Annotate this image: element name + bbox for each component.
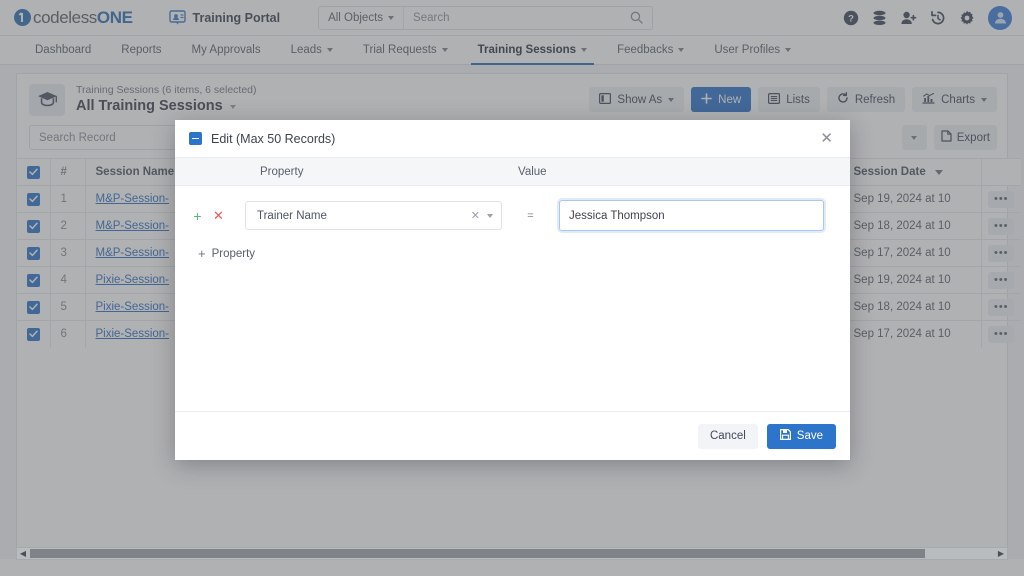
modal-column-header: Property Value (175, 158, 850, 186)
value-input[interactable] (559, 200, 824, 231)
edit-records-modal: Edit (Max 50 Records) ✕ Property Value +… (175, 120, 850, 460)
add-property-link[interactable]: + Property (198, 246, 255, 261)
modal-header: Edit (Max 50 Records) ✕ (175, 120, 850, 158)
minus-square-icon (189, 132, 202, 145)
add-row-icon[interactable]: + (187, 208, 208, 224)
operator-label: = (502, 210, 559, 222)
property-select[interactable]: Trainer Name ✕ (245, 201, 502, 230)
chevron-down-icon (487, 214, 493, 218)
cancel-button[interactable]: Cancel (698, 424, 758, 449)
horizontal-scrollbar[interactable]: ◀ ▶ (16, 547, 1008, 560)
scroll-right-arrow-icon[interactable]: ▶ (995, 548, 1007, 559)
save-button[interactable]: Save (767, 424, 836, 449)
property-value-row: + ✕ Trainer Name ✕ = (187, 200, 838, 231)
clear-x-icon[interactable]: ✕ (464, 209, 487, 222)
save-disk-icon (780, 429, 791, 443)
add-property-label: Property (212, 248, 255, 260)
button-label: Save (797, 430, 823, 442)
property-select-value: Trainer Name (257, 210, 327, 222)
close-icon[interactable]: ✕ (817, 129, 836, 148)
remove-row-icon[interactable]: ✕ (208, 208, 229, 224)
app-root: codelessONE Training Portal All Objects (0, 0, 1024, 576)
modal-body: + ✕ Trainer Name ✕ = + Property (175, 186, 850, 411)
scrollbar-thumb[interactable] (30, 549, 925, 558)
modal-footer: Cancel Save (175, 411, 850, 460)
scroll-left-arrow-icon[interactable]: ◀ (17, 548, 29, 559)
modal-title: Edit (Max 50 Records) (211, 132, 335, 146)
plus-icon: + (198, 246, 206, 261)
column-header-value: Value (493, 166, 547, 178)
button-label: Cancel (710, 430, 746, 442)
column-header-property: Property (175, 166, 493, 178)
